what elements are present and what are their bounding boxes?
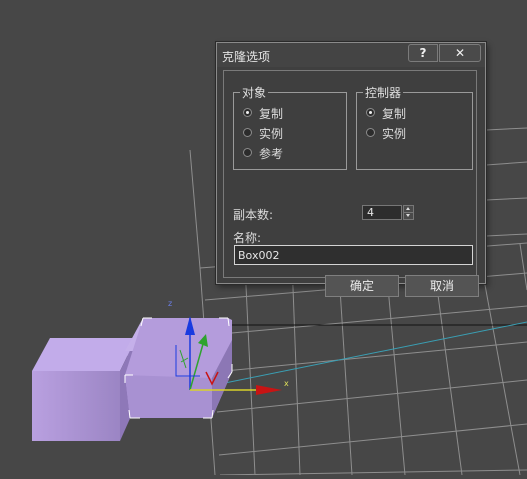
cancel-button[interactable]: 取消 [405,275,479,297]
spin-up-icon[interactable] [404,206,413,213]
object-group-legend: 对象 [240,84,269,101]
radio-icon[interactable] [366,128,375,137]
box-002-selected [124,317,233,419]
name-input[interactable] [234,245,473,265]
copies-spinner[interactable]: 4 [362,205,416,220]
spin-down-icon[interactable] [404,213,413,219]
object-group: 对象 复制 实例 参考 [233,84,347,170]
ok-button[interactable]: 确定 [325,275,399,297]
controller-group-legend: 控制器 [363,84,404,101]
radio-selected-icon[interactable] [366,108,375,117]
dialog-titlebar[interactable]: 克隆选项 ? ✕ [217,43,485,67]
axis-x-label: x [284,379,289,388]
controller-copy-label: 复制 [382,107,407,121]
box-001 [32,338,136,441]
radio-icon[interactable] [243,128,252,137]
copies-spin-buttons[interactable] [403,205,414,220]
copies-field[interactable]: 4 [362,205,402,220]
radio-selected-icon[interactable] [243,108,252,117]
controller-group: 控制器 复制 实例 [356,84,473,170]
radio-icon[interactable] [243,148,252,157]
copies-label: 副本数: [233,208,274,222]
controller-instance-label: 实例 [382,127,407,141]
object-instance-label: 实例 [259,127,284,141]
object-reference-label: 参考 [259,147,284,161]
name-label: 名称: [233,231,262,245]
object-copy-label: 复制 [259,107,284,121]
close-icon: ✕ [454,46,466,60]
axis-z-label: z [168,299,172,308]
dialog-title: 克隆选项 [222,50,271,64]
close-button[interactable]: ✕ [439,44,481,62]
clone-options-dialog: 克隆选项 ? ✕ 对象 复制 实例 参考 控制器 复制 实例 副本数: 4 名称… [216,42,486,297]
dialog-body: 对象 复制 实例 参考 控制器 复制 实例 副本数: 4 名称: Box002 … [223,70,479,297]
help-button[interactable]: ? [408,44,438,62]
